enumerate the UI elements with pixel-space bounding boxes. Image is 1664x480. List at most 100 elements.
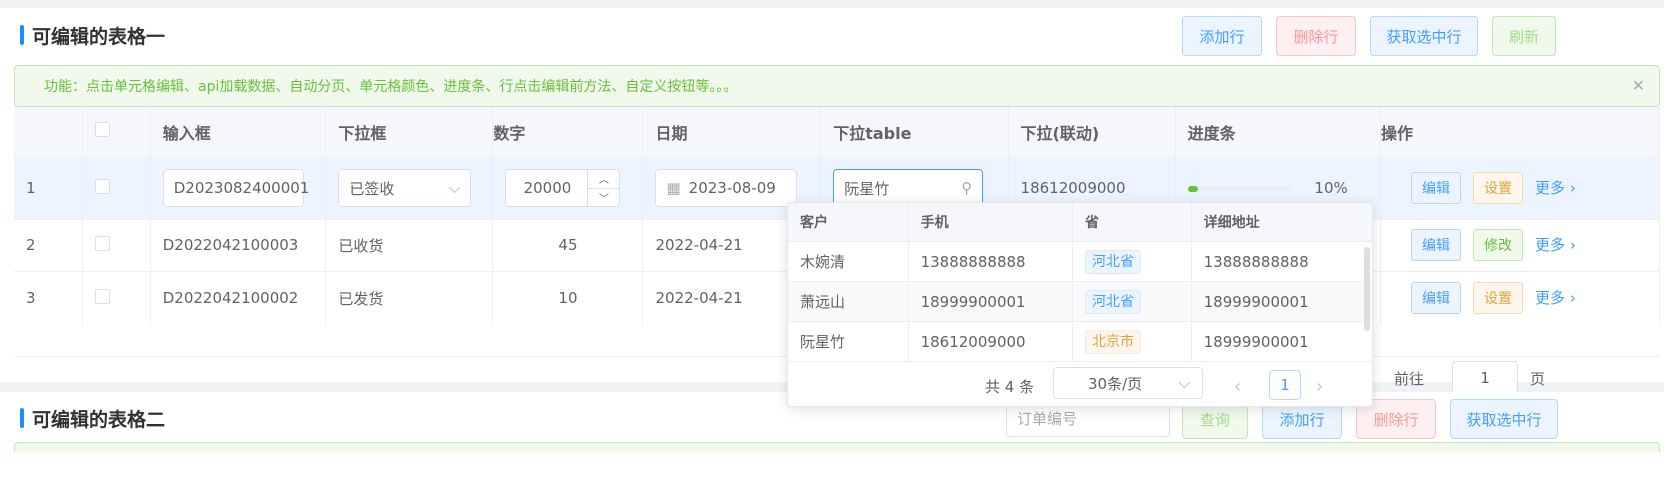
input-cell[interactable]: D2022042100002 — [150, 271, 327, 326]
table-one-title: 可编辑的表格一 — [32, 25, 166, 48]
dropdown-header-row: 客户 手机 省 详细地址 — [788, 203, 1372, 242]
col-header-actions: 操作 — [1380, 107, 1660, 158]
date-picker[interactable]: ▦ 2023-08-09 — [655, 169, 798, 207]
option-address: 18999900001 — [1203, 332, 1309, 351]
search-icon: ⚲ — [961, 179, 973, 197]
number-stepper-value: 20000 — [523, 179, 572, 197]
actions-cell: 编辑 设置 更多 › — [1380, 157, 1660, 220]
page-size-value: 30条/页 — [1088, 374, 1143, 393]
col-header-table-select: 下拉table — [820, 107, 1009, 158]
customer-dropdown-table: 客户 手机 省 详细地址 木婉清 13888888888 河北省 1388888… — [787, 202, 1373, 407]
goto-page-value: 1 — [1480, 369, 1490, 387]
row-index: 3 — [14, 271, 83, 326]
refresh-button[interactable]: 刷新 — [1492, 16, 1556, 56]
dropdown-option-row[interactable]: 阮星竹 18612009000 北京市 18999900001 — [788, 322, 1372, 362]
col-header-index — [14, 107, 83, 158]
title-accent-bar — [20, 408, 24, 428]
more-link[interactable]: 更多 › — [1535, 236, 1576, 254]
edit-button[interactable]: 编辑 — [1411, 282, 1462, 314]
modify-button[interactable]: 修改 — [1473, 229, 1524, 261]
next-page-icon[interactable]: › — [1316, 376, 1323, 397]
stepper-controls: ︿ ﹀ — [587, 170, 620, 207]
col-header-input: 输入框 — [150, 107, 327, 158]
dropdown-pagination: 共 4 条 30条/页 ⌵ ‹ 1 › — [788, 364, 1372, 406]
row-checkbox-cell — [82, 219, 151, 272]
order-input-value: D2023082400001 — [173, 179, 310, 197]
settings-button[interactable]: 设置 — [1473, 282, 1524, 314]
increase-icon[interactable]: ︿ — [588, 170, 620, 189]
search-placeholder: 订单编号 — [1017, 409, 1078, 428]
prev-page-icon[interactable]: ‹ — [1234, 376, 1241, 397]
col-header-progress: 进度条 — [1175, 107, 1382, 158]
dropdown-col-address: 详细地址 — [1203, 215, 1260, 231]
order-input[interactable]: D2023082400001 — [162, 169, 309, 207]
more-link[interactable]: 更多 › — [1535, 179, 1576, 197]
row-index: 2 — [14, 219, 83, 272]
option-customer: 萧远山 — [788, 282, 909, 321]
dropdown-scrollbar[interactable] — [1364, 247, 1370, 331]
customer-table-select-value: 阮星竹 — [844, 179, 890, 198]
province-tag: 北京市 — [1085, 329, 1142, 354]
chevron-down-icon: ⌵ — [1178, 374, 1190, 392]
select-cell[interactable]: 已收货 — [325, 219, 494, 272]
date-picker-value: 2023-08-09 — [688, 179, 776, 197]
table-two-title-bar: 可编辑的表格二 — [20, 405, 165, 431]
row-checkbox[interactable] — [94, 178, 110, 194]
option-province-cell: 河北省 — [1073, 242, 1192, 281]
feature-alert: 功能：点击单元格编辑、api加载数据、自动分页、单元格颜色、进度条、行点击编辑前… — [14, 65, 1660, 107]
number-stepper[interactable]: 20000 ︿ ﹀ — [505, 169, 621, 207]
status-select[interactable]: 已签收 ⌵ — [338, 169, 472, 207]
chevron-right-icon: › — [1569, 289, 1576, 307]
dropdown-option-row[interactable]: 萧远山 18999900001 河北省 18999900001 — [788, 282, 1372, 322]
province-tag: 河北省 — [1085, 289, 1142, 314]
title-accent-bar — [20, 25, 24, 45]
option-province-cell: 河北省 — [1073, 282, 1192, 321]
page-number-current[interactable]: 1 — [1269, 370, 1301, 400]
input-cell: D2023082400001 — [150, 157, 327, 220]
option-phone: 18612009000 — [909, 322, 1074, 361]
select-cell: 已签收 ⌵ — [325, 157, 494, 220]
pagination: 前往 — [1394, 361, 1424, 395]
edit-button[interactable]: 编辑 — [1411, 229, 1462, 261]
goto-label: 前往 — [1394, 369, 1425, 388]
add-row-button[interactable]: 添加行 — [1182, 16, 1262, 56]
page-unit: 页 — [1530, 370, 1546, 388]
actions-cell: 编辑 设置 更多 › — [1380, 271, 1660, 326]
table-header-row: 输入框 下拉框 数字 日期 下拉table 下拉(联动) 进度条 操作 — [14, 107, 1660, 158]
dropdown-col-province: 省 — [1073, 203, 1192, 241]
decrease-icon[interactable]: ﹀ — [588, 189, 619, 207]
progress-label: 10% — [1314, 179, 1348, 197]
actions-cell: 编辑 修改 更多 › — [1380, 219, 1660, 272]
more-link[interactable]: 更多 › — [1535, 289, 1576, 307]
settings-button[interactable]: 设置 — [1473, 172, 1524, 204]
more-label: 更多 — [1535, 289, 1566, 307]
col-header-select-all — [82, 107, 151, 158]
number-cell[interactable]: 10 — [492, 271, 644, 326]
progress-fill — [1187, 185, 1199, 192]
row-checkbox[interactable] — [94, 288, 110, 304]
number-cell[interactable]: 45 — [492, 219, 644, 272]
close-icon[interactable]: ✕ — [1632, 76, 1645, 95]
get-selected-rows-button[interactable]: 获取选中行 — [1370, 16, 1478, 56]
dropdown-total: 共 4 条 — [985, 377, 1035, 396]
goto-page-input[interactable]: 1 — [1452, 361, 1518, 395]
row-checkbox-cell — [82, 157, 151, 220]
option-address: 13888888888 — [1203, 252, 1309, 271]
option-phone: 13888888888 — [909, 242, 1074, 281]
input-cell[interactable]: D2022042100003 — [150, 219, 327, 272]
option-customer: 阮星竹 — [788, 322, 909, 361]
get-selected-rows-button[interactable]: 获取选中行 — [1450, 399, 1558, 439]
dropdown-col-phone: 手机 — [909, 203, 1074, 241]
edit-button[interactable]: 编辑 — [1411, 172, 1462, 204]
table-one-title-bar: 可编辑的表格一 — [20, 22, 165, 48]
select-all-checkbox[interactable] — [94, 122, 110, 138]
chevron-down-icon: ⌵ — [448, 179, 461, 197]
row-checkbox[interactable] — [94, 235, 110, 251]
select-cell[interactable]: 已发货 — [325, 271, 494, 326]
option-address: 18999900001 — [1203, 292, 1309, 311]
delete-row-button[interactable]: 删除行 — [1276, 16, 1356, 56]
page-size-select[interactable]: 30条/页 ⌵ — [1053, 367, 1203, 399]
status-select-value: 已签收 — [349, 179, 395, 198]
calendar-icon: ▦ — [666, 179, 681, 197]
dropdown-option-row[interactable]: 木婉清 13888888888 河北省 13888888888 — [788, 242, 1372, 282]
